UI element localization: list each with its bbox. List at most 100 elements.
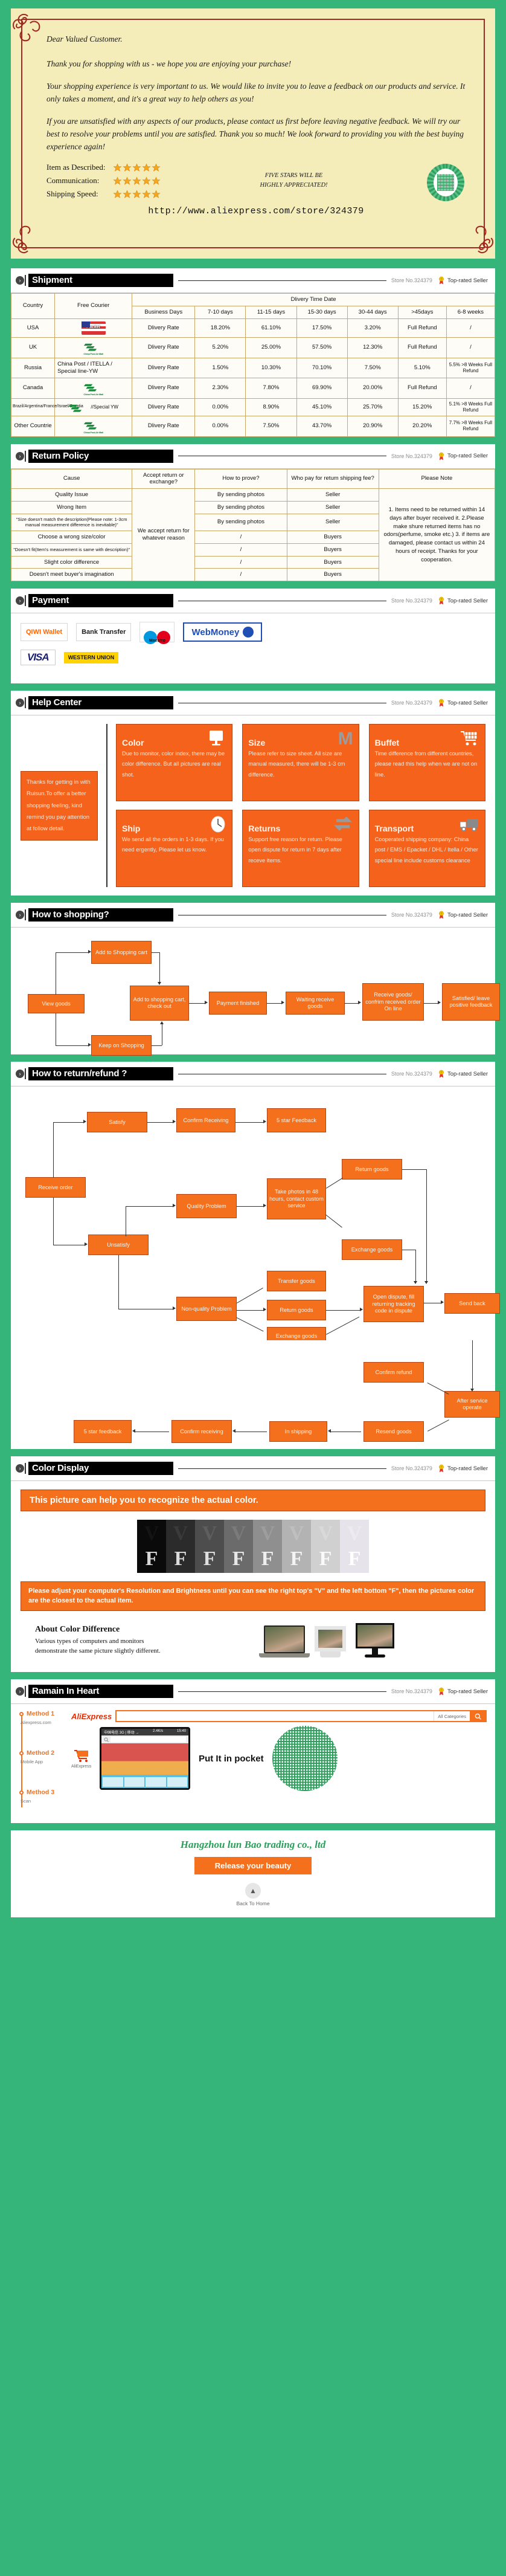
star-icon — [113, 190, 122, 198]
method-2-label: Method 2 — [27, 1749, 55, 1757]
top-rated-label: Top-rated Seller — [447, 277, 488, 284]
method-1: Method 1 — [19, 1710, 65, 1717]
payment-maestro[interactable]: Maestro — [139, 622, 175, 645]
flow-line — [415, 1250, 416, 1282]
swatch-letter-top: V — [318, 1522, 333, 1545]
store-number: Store No.324379 — [391, 598, 432, 604]
mobile-app-row: AliExpress 中国电信 3G | 移动 → 2.4K/s 15:40 P… — [71, 1726, 487, 1792]
cell-who-pays: Seller — [286, 488, 379, 502]
swatch-letter-bottom: F — [203, 1548, 216, 1570]
flow-arrow-icon — [263, 1308, 266, 1312]
cell-prove: By sending photos — [194, 488, 287, 502]
payment-qiwi[interactable]: QIWI Wallet — [21, 623, 68, 642]
chevron-right-icon: › — [16, 1070, 24, 1079]
color-display-note: Please adjust your computer's Resolution… — [21, 1581, 485, 1612]
help-card-head: Returns — [248, 815, 353, 833]
flow-line — [126, 1206, 173, 1207]
header-tick — [25, 909, 26, 921]
svg-text:T: T — [441, 598, 443, 601]
medal-icon: T — [438, 699, 444, 707]
flow-arrow-icon — [441, 1300, 444, 1305]
help-card-returns[interactable]: Returns Support free reason for retum. P… — [242, 810, 359, 888]
cell-who-pays: Seller — [286, 514, 379, 531]
phone-search-input[interactable] — [110, 1737, 187, 1743]
page-footer: Hangzhou lun Bao trading co., ltd Releas… — [11, 1830, 495, 1918]
cell-value: Full Refund — [397, 337, 447, 358]
col-note: Please Note — [378, 468, 496, 489]
medal-icon: T — [438, 1070, 444, 1078]
chevron-right-icon: › — [16, 1687, 24, 1696]
how-to-shopping-section: › How to shopping? Store No.324379 T Top… — [11, 903, 500, 1056]
cell-value: / — [446, 318, 496, 338]
laptop-icon — [259, 1625, 310, 1658]
store-number: Store No.324379 — [391, 912, 432, 918]
cell-value: 8.90% — [245, 398, 297, 416]
cell-value: 70.10% — [296, 357, 348, 378]
phone-search-bar[interactable] — [101, 1735, 189, 1744]
section-title: Return Policy — [28, 449, 173, 463]
swatch-letter-bottom: F — [174, 1548, 187, 1570]
search-box[interactable]: All Categories — [115, 1710, 487, 1723]
store-number: Store No.324379 — [391, 453, 432, 459]
about-color-body: Various types of computers and monitors … — [35, 1637, 161, 1654]
payment-western-union[interactable]: WESTERN UNION — [63, 651, 119, 663]
ornament-corner-icon — [461, 221, 496, 256]
courier-label: China Post Air Mail — [83, 430, 103, 434]
payment-bank-transfer[interactable]: Bank Transfer — [76, 623, 132, 642]
flow-node-open-dispute: Open dispute, fill returning tracking co… — [363, 1286, 424, 1323]
col-6-8-weeks: 6-8 weeks — [446, 305, 496, 319]
help-card-buffet[interactable]: Buffet Time difference from different co… — [368, 724, 485, 802]
qr-code-large-icon — [272, 1726, 338, 1792]
swatch-letter-top: V — [173, 1522, 188, 1545]
flow-arrow-icon — [281, 1001, 284, 1005]
medal-icon: T — [438, 911, 444, 919]
header-tick — [25, 595, 26, 607]
remain-in-heart-section: › Ramain In Heart Store No.324379 T Top-… — [11, 1679, 495, 1824]
help-card-ship[interactable]: Ship We send all the orders in 1-3 days.… — [116, 810, 233, 888]
courier-label: China Post Air Mail — [83, 352, 103, 355]
cell-prove: / — [194, 555, 287, 569]
cell-country: UK — [10, 337, 56, 358]
category-select[interactable]: All Categories — [434, 1711, 470, 1722]
ratings-block: Item as Described: Communication: Shippi… — [46, 163, 466, 202]
cell-cause: Doesn't meet buyer's imagination — [10, 568, 133, 582]
flow-node-in-shipping: In shipping — [269, 1421, 327, 1442]
help-card-color[interactable]: Color Due to monitor, color index, there… — [116, 724, 233, 802]
flow-arrow-icon — [263, 1120, 266, 1124]
courier-label: China Post Air Mail — [83, 392, 103, 396]
back-to-home-label: Back To Home — [236, 1900, 270, 1907]
search-input[interactable] — [117, 1711, 434, 1722]
cell-value: 0.00% — [194, 415, 246, 437]
monitor-icon — [206, 729, 226, 747]
flow-line — [326, 1310, 360, 1311]
help-card-transport[interactable]: Transport Cooperated shipping company: C… — [368, 810, 485, 888]
col-30-44: 30-44 days — [347, 305, 399, 319]
section-header: › How to shopping? Store No.324379 T Top… — [11, 903, 495, 928]
color-display-banner: This picture can help you to recognize t… — [21, 1490, 485, 1512]
flow-line — [152, 952, 160, 954]
back-to-home-block[interactable]: ▲ Back To Home — [11, 1883, 495, 1906]
release-your-beauty-button[interactable]: Release your beauty — [194, 1857, 312, 1875]
payment-webmoney[interactable]: WebMoney — [183, 622, 263, 642]
flow-arrow-icon — [205, 1001, 208, 1005]
flow-arrow-icon — [414, 1281, 417, 1285]
cell-value: 5.1% >8 Weeks Full Refund — [446, 398, 496, 416]
star-icon — [142, 190, 151, 198]
search-button[interactable] — [470, 1711, 485, 1722]
cell-rate-label: Dlivery Rate — [132, 337, 196, 358]
flow-arrow-icon — [88, 950, 91, 954]
flow-line — [267, 1003, 281, 1004]
phone-product-grid — [103, 1777, 188, 1787]
return-policy-section: › Return Policy Store No.324379 T Top-ra… — [10, 444, 496, 582]
payment-visa[interactable]: VISA — [21, 650, 56, 666]
cell-please-note: 1. Items need to be returned within 14 d… — [378, 488, 496, 582]
cell-who-pays: Buyers — [286, 555, 379, 569]
header-tick — [25, 450, 26, 462]
help-card-title: Size — [248, 738, 266, 748]
color-display-section: › Color Display Store No.324379 T Top-ra… — [11, 1456, 495, 1673]
app-icon-block[interactable]: AliExpress — [71, 1749, 91, 1769]
section-title: Shipment — [28, 274, 173, 287]
flow-line — [159, 952, 160, 983]
help-card-size[interactable]: Size M Please refer to size sheet. All s… — [242, 724, 359, 802]
store-url[interactable]: http://www.aliexpress.com/store/324379 — [46, 206, 466, 216]
